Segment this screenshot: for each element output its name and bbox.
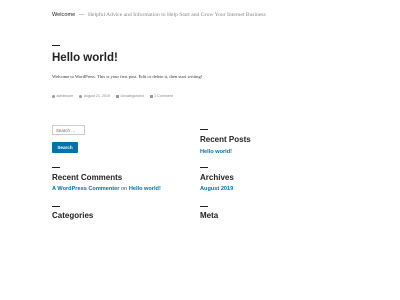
site-description: Helpful Advice and Information to Help S… [87,12,266,18]
post-meta: adminuser August 21, 2019 Uncategorized … [52,94,178,98]
comment-author-link[interactable]: A WordPress Commenter [52,186,119,192]
comments-link[interactable]: 1 Comment [154,94,173,98]
author-link[interactable]: adminuser [57,94,74,98]
folder-icon [115,94,119,98]
clock-icon [79,94,83,98]
comment-post-link[interactable]: Hello world! [129,186,161,192]
search-input[interactable] [52,125,85,135]
recent-comments-title: Recent Comments [52,173,123,182]
recent-comments-divider [52,167,60,168]
site-title[interactable]: Welcome [52,12,75,18]
recent-post-link[interactable]: Hello world! [200,149,232,155]
recent-posts-divider [200,129,208,130]
archive-link[interactable]: August 2019 [200,186,233,192]
meta-date[interactable]: August 21, 2019 [79,94,110,98]
title-separator: — [78,12,85,18]
meta-comments[interactable]: 1 Comment [149,94,173,98]
archives-title: Archives [200,173,234,182]
recent-posts-title: Recent Posts [200,135,251,144]
meta-author[interactable]: adminuser [52,94,73,98]
search-button[interactable]: Search [52,142,78,153]
comment-icon [149,94,153,98]
date-link[interactable]: August 21, 2019 [84,94,110,98]
meta-category[interactable]: Uncategorized [115,94,144,98]
site-header: Welcome — Helpful Advice and Information… [52,12,266,18]
comment-on-text: on [121,186,128,192]
archives-divider [200,167,208,168]
meta-widget-title: Meta [200,211,219,220]
meta-divider [200,206,208,207]
post-content: Welcome to WordPress. This is your first… [52,74,203,79]
recent-comment-item: A WordPress Commenter on Hello world! [52,186,161,192]
categories-title: Categories [52,211,94,220]
post-title-divider [52,45,60,46]
categories-divider [52,206,60,207]
category-link[interactable]: Uncategorized [120,94,143,98]
post-title[interactable]: Hello world! [52,52,118,64]
person-icon [52,94,55,98]
